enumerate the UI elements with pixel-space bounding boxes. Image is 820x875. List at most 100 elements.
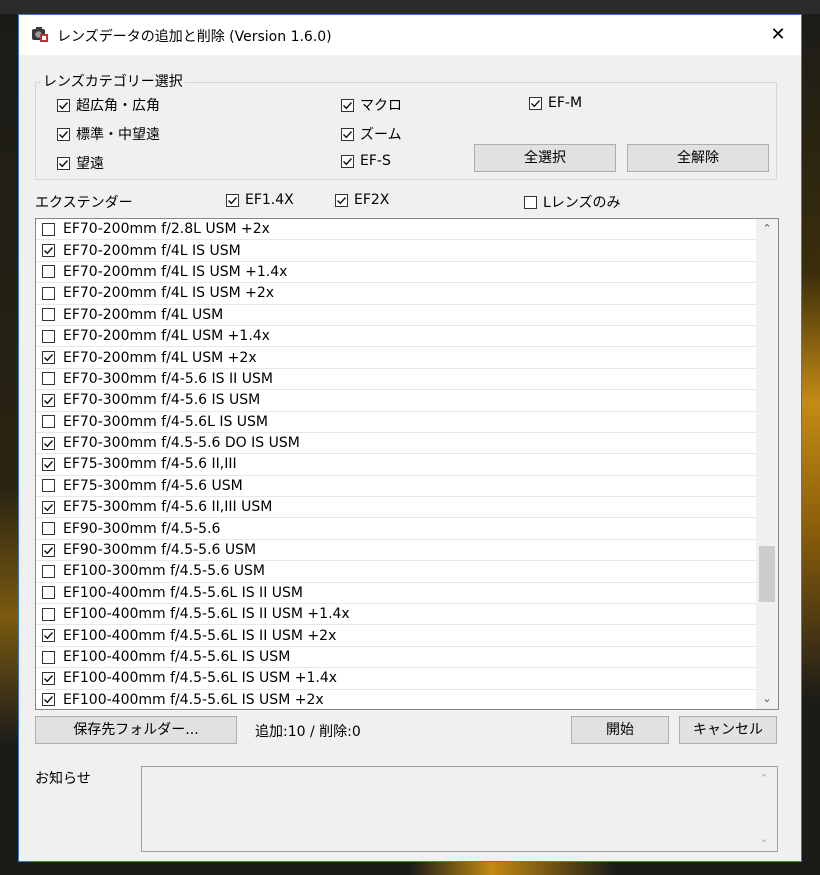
checkbox-l-lens-only[interactable]: Lレンズのみ [524, 192, 621, 212]
select-all-button[interactable]: 全選択 [474, 144, 616, 172]
checkbox-ef-m[interactable]: EF-M [529, 95, 582, 111]
lens-checkbox[interactable] [42, 393, 55, 407]
checkbox-box[interactable] [341, 127, 354, 141]
lens-checkbox[interactable] [42, 479, 55, 493]
lens-checkbox[interactable] [42, 457, 55, 471]
scroll-thumb[interactable] [759, 546, 775, 602]
lens-checkbox[interactable] [42, 500, 55, 514]
checkbox-label: EF2X [354, 192, 390, 208]
list-scrollbar[interactable]: ⌃ ⌄ [756, 219, 778, 709]
lens-list-item[interactable]: EF70-200mm f/4L IS USM +1.4x [36, 262, 756, 284]
lens-checkbox[interactable] [42, 286, 55, 300]
lens-list-item[interactable]: EF100-400mm f/4.5-5.6L IS II USM +1.4x [36, 604, 756, 626]
checkbox-ef14x[interactable]: EF1.4X [226, 192, 294, 208]
lens-checkbox[interactable] [42, 351, 55, 365]
lens-name: EF70-300mm f/4.5-5.6 DO IS USM [63, 435, 300, 452]
lens-list-item[interactable]: EF90-300mm f/4.5-5.6 [36, 518, 756, 540]
lens-checkbox[interactable] [42, 415, 55, 429]
lens-name: EF75-300mm f/4-5.6 II,III [63, 456, 237, 473]
lens-name: EF100-400mm f/4.5-5.6L IS II USM +1.4x [63, 606, 350, 623]
checkbox-box[interactable] [57, 156, 70, 170]
checkbox-macro[interactable]: マクロ [341, 95, 402, 115]
lens-list-item[interactable]: EF70-300mm f/4-5.6 IS II USM [36, 369, 756, 391]
lens-checkbox[interactable] [42, 607, 55, 621]
lens-list-item[interactable]: EF90-300mm f/4.5-5.6 USM [36, 540, 756, 562]
checkbox-label: EF-M [548, 95, 583, 111]
lens-list-item[interactable]: EF100-400mm f/4.5-5.6L IS II USM [36, 583, 756, 605]
lens-list-item[interactable]: EF100-400mm f/4.5-5.6L IS USM +1.4x [36, 668, 756, 690]
lens-checkbox[interactable] [42, 629, 55, 643]
checkbox-box[interactable] [57, 127, 70, 141]
lens-checkbox[interactable] [42, 329, 55, 343]
lens-list-item[interactable]: EF75-300mm f/4-5.6 II,III [36, 454, 756, 476]
lens-list-item[interactable]: EF70-200mm f/4L USM +2x [36, 347, 756, 369]
lens-checkbox[interactable] [42, 222, 55, 236]
lens-list-item[interactable]: EF70-300mm f/4-5.6 IS USM [36, 390, 756, 412]
notice-textarea[interactable]: ⌃ ⌄ [141, 766, 778, 852]
lens-name: EF100-400mm f/4.5-5.6L IS II USM [63, 584, 303, 601]
desktop-background-left [0, 14, 18, 875]
lens-checkbox[interactable] [42, 693, 55, 707]
lens-name: EF100-400mm f/4.5-5.6L IS USM +2x [63, 691, 324, 708]
scroll-up-icon[interactable]: ⌃ [756, 219, 778, 239]
desktop-background-bottom [0, 861, 820, 875]
lens-list-item[interactable]: EF100-300mm f/4.5-5.6 USM [36, 561, 756, 583]
lens-checkbox[interactable] [42, 650, 55, 664]
checkbox-label: 超広角・広角 [76, 98, 160, 114]
lens-data-dialog: レンズデータの追加と削除 (Version 1.6.0) ✕ レンズカテゴリー選… [18, 14, 802, 862]
lens-list-item[interactable]: EF100-400mm f/4.5-5.6L IS USM [36, 647, 756, 669]
lens-list-item[interactable]: EF70-200mm f/4L IS USM +2x [36, 283, 756, 305]
checkbox-telephoto[interactable]: 望遠 [57, 153, 104, 173]
checkbox-box[interactable] [57, 98, 70, 112]
lens-checkbox[interactable] [42, 543, 55, 557]
deselect-all-button[interactable]: 全解除 [627, 144, 769, 172]
checkbox-box[interactable] [341, 98, 354, 112]
lens-list-item[interactable]: EF70-300mm f/4-5.6L IS USM [36, 412, 756, 433]
lens-name: EF70-300mm f/4-5.6L IS USM [63, 413, 269, 430]
save-folder-button[interactable]: 保存先フォルダー... [35, 716, 237, 744]
checkbox-box[interactable] [341, 154, 354, 168]
checkbox-zoom[interactable]: ズーム [341, 124, 402, 144]
lens-list-item[interactable]: EF70-200mm f/4L USM [36, 305, 756, 326]
checkbox-box[interactable] [335, 193, 348, 207]
lens-list-rows: EF70-200mm f/2.8L USM +2x EF70-200mm f/4L… [36, 219, 756, 709]
lens-list-item[interactable]: EF70-200mm f/4L USM +1.4x [36, 326, 756, 348]
checkbox-ef2x[interactable]: EF2X [335, 192, 389, 208]
checkbox-box[interactable] [529, 96, 542, 110]
checkbox-standard-tele[interactable]: 標準・中望遠 [57, 124, 160, 144]
lens-checkbox[interactable] [42, 564, 55, 578]
checkbox-label: EF-S [360, 153, 391, 169]
cancel-button[interactable]: キャンセル [679, 716, 777, 744]
lens-checkbox[interactable] [42, 244, 55, 258]
lens-checkbox[interactable] [42, 372, 55, 386]
lens-list-item[interactable]: EF75-300mm f/4-5.6 II,III USM [36, 497, 756, 519]
checkbox-label: 望遠 [76, 156, 104, 172]
lens-list-item[interactable]: EF70-300mm f/4.5-5.6 DO IS USM [36, 433, 756, 455]
checkbox-ef-s[interactable]: EF-S [341, 153, 391, 169]
lens-checkbox[interactable] [42, 522, 55, 536]
title-bar: レンズデータの追加と削除 (Version 1.6.0) ✕ [19, 15, 801, 55]
checkbox-box[interactable] [226, 193, 239, 207]
lens-list-item[interactable]: EF75-300mm f/4-5.6 USM [36, 476, 756, 498]
lens-checkbox[interactable] [42, 308, 55, 322]
lens-list-item[interactable]: EF70-200mm f/2.8L USM +2x [36, 219, 756, 241]
lens-checkbox[interactable] [42, 671, 55, 685]
lens-list-item[interactable]: EF100-400mm f/4.5-5.6L IS USM +2x [36, 690, 756, 709]
lens-checkbox[interactable] [42, 265, 55, 279]
lens-name: EF70-300mm f/4-5.6 IS II USM [63, 370, 273, 387]
close-button[interactable]: ✕ [755, 15, 801, 55]
checkbox-wide-angle[interactable]: 超広角・広角 [57, 95, 160, 115]
checkbox-label: 標準・中望遠 [76, 127, 160, 143]
checkbox-box[interactable] [524, 195, 537, 209]
lens-list-item[interactable]: EF70-200mm f/4L IS USM [36, 240, 756, 262]
start-button[interactable]: 開始 [571, 716, 669, 744]
lens-name: EF70-200mm f/4L IS USM +1.4x [63, 263, 288, 280]
scroll-down-icon[interactable]: ⌄ [756, 689, 778, 709]
lens-name: EF75-300mm f/4-5.6 USM [63, 477, 243, 494]
status-text: 追加:10 / 削除:0 [255, 724, 361, 740]
app-icon [31, 25, 49, 43]
lens-list-item[interactable]: EF100-400mm f/4.5-5.6L IS II USM +2x [36, 625, 756, 647]
lens-checkbox[interactable] [42, 436, 55, 450]
lens-list[interactable]: EF70-200mm f/2.8L USM +2x EF70-200mm f/4L… [35, 218, 779, 710]
lens-checkbox[interactable] [42, 586, 55, 600]
